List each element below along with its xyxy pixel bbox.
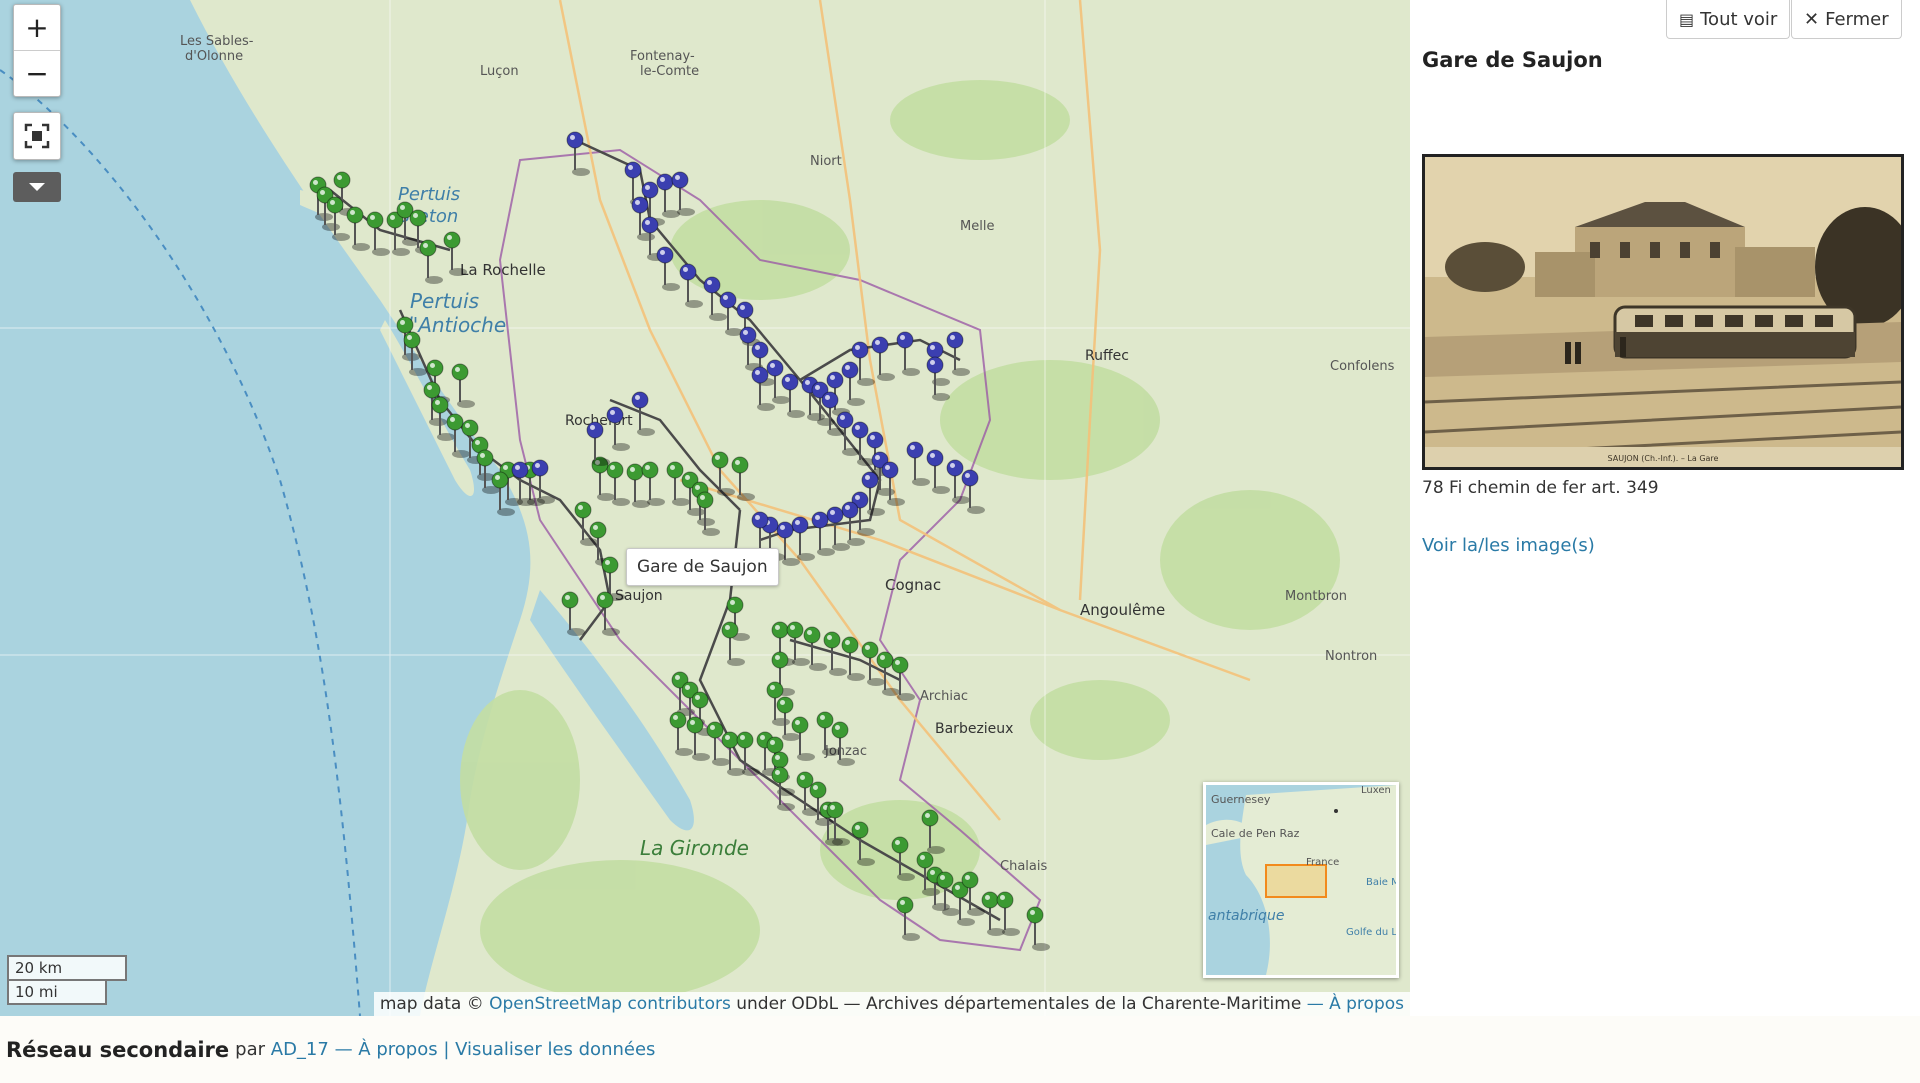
map-pin-icon[interactable]: [656, 246, 680, 291]
map-pin-icon[interactable]: [841, 636, 865, 681]
map-pin-icon[interactable]: [891, 836, 915, 881]
marker-popup[interactable]: Gare de Saujon: [626, 548, 779, 586]
map-pin-icon[interactable]: [679, 263, 703, 308]
author-link[interactable]: AD_17: [271, 1039, 329, 1060]
map-pin-icon[interactable]: [921, 809, 945, 854]
locate-button[interactable]: [13, 112, 61, 160]
map-title: Réseau secondaire: [6, 1037, 230, 1062]
map-pin-icon[interactable]: [451, 363, 475, 408]
map-pin-icon[interactable]: [386, 211, 410, 256]
map-pin-icon[interactable]: [851, 821, 875, 866]
osm-link[interactable]: OpenStreetMap contributors: [489, 994, 731, 1014]
map-pin-icon[interactable]: [896, 331, 920, 376]
minimap-label: Guernesey: [1211, 793, 1271, 806]
map-pin-icon[interactable]: [586, 421, 610, 466]
map-pin-icon[interactable]: [731, 456, 755, 501]
map-pin-icon[interactable]: [896, 896, 920, 941]
scale-km: 20 km: [7, 955, 127, 981]
footer-by: par: [235, 1039, 266, 1060]
close-label: Fermer: [1825, 8, 1889, 30]
map-pin-icon[interactable]: [531, 459, 555, 504]
map-pin-icon[interactable]: [926, 449, 950, 494]
panel-title: Gare de Saujon: [1422, 48, 1603, 72]
station-photo-image: SAUJON (Ch.-Inf.). – La Gare: [1425, 157, 1901, 467]
attribution-text: under ODbL — Archives départementales de…: [730, 994, 1307, 1014]
station-photo[interactable]: SAUJON (Ch.-Inf.). – La Gare: [1422, 154, 1904, 470]
photo-caption: 78 Fi chemin de fer art. 349: [1422, 478, 1659, 498]
locate-icon: [24, 123, 50, 149]
view-data-link[interactable]: Visualiser les données: [455, 1039, 655, 1060]
map-pin-icon[interactable]: [671, 171, 695, 216]
map-pin-icon[interactable]: [631, 391, 655, 436]
map-pin-icon[interactable]: [419, 239, 443, 284]
map-pin-icon[interactable]: [561, 591, 585, 636]
minimap-label: antabrique: [1208, 908, 1284, 924]
map-pin-icon[interactable]: [1026, 906, 1050, 951]
map-pin-icon[interactable]: [831, 721, 855, 766]
map-pin-icon[interactable]: [871, 336, 895, 381]
map-pin-icon[interactable]: [641, 461, 665, 506]
scale-mi: 10 mi: [7, 981, 107, 1005]
map-pin-icon[interactable]: [841, 501, 865, 546]
map-attribution: map data © OpenStreetMap contributors un…: [373, 992, 1410, 1016]
map-pin-icon[interactable]: [961, 469, 985, 514]
view-images-link[interactable]: Voir la/les image(s): [1422, 535, 1595, 556]
map-pin-icon[interactable]: [346, 206, 370, 251]
show-all-label: Tout voir: [1700, 8, 1778, 30]
map-pin-icon[interactable]: [906, 441, 930, 486]
minimap-label: Baie Mém: [1366, 876, 1396, 888]
map-view[interactable]: Les Sables-d'Olonne Luçon Fontenay-le-Co…: [0, 0, 1410, 1016]
side-panel: ▤ Tout voir ✕ Fermer Gare de Saujon SAUJ…: [1410, 0, 1920, 1016]
map-pin-icon[interactable]: [491, 471, 515, 516]
attribution-about-link[interactable]: — À propos: [1307, 994, 1404, 1014]
map-pin-icon[interactable]: [791, 516, 815, 561]
footer-about-link[interactable]: — À propos: [335, 1039, 438, 1060]
chevron-down-icon: [29, 183, 45, 191]
map-pin-icon[interactable]: [366, 211, 390, 256]
footer-bar: Réseau secondaire par AD_17 — À propos |…: [0, 1016, 1920, 1083]
zoom-in-button[interactable]: +: [14, 5, 60, 51]
minimap-viewport[interactable]: [1265, 864, 1327, 898]
minimap-label: France: [1306, 857, 1339, 868]
map-pin-icon[interactable]: [951, 881, 975, 926]
close-icon: ✕: [1804, 8, 1820, 30]
map-pin-icon[interactable]: [443, 231, 467, 276]
map-pin-icon[interactable]: [823, 631, 847, 676]
map-pin-icon[interactable]: [781, 373, 805, 418]
more-controls-button[interactable]: [13, 172, 61, 202]
zoom-control: + −: [13, 4, 61, 97]
minimap[interactable]: Guernesey Cale de Pen Raz France antabri…: [1203, 782, 1399, 978]
minimap-label: Luxen: [1361, 785, 1391, 796]
list-icon: ▤: [1679, 9, 1695, 29]
photo-inscription: SAUJON (Ch.-Inf.). – La Gare: [1608, 454, 1719, 463]
attribution-prefix: map data ©: [379, 994, 490, 1014]
minimap-label: Golfe du Lion: [1346, 927, 1396, 938]
map-pin-icon[interactable]: [946, 331, 970, 376]
zoom-out-button[interactable]: −: [14, 51, 60, 96]
markers-layer[interactable]: [0, 0, 1410, 1016]
close-button[interactable]: ✕ Fermer: [1791, 0, 1902, 39]
map-pin-icon[interactable]: [606, 406, 630, 451]
minimap-label: Cale de Pen Raz: [1211, 827, 1300, 840]
minimap-tiles: Guernesey Cale de Pen Raz France antabri…: [1206, 785, 1396, 975]
map-pin-icon[interactable]: [881, 461, 905, 506]
map-pin-icon[interactable]: [566, 131, 590, 176]
map-pin-icon[interactable]: [721, 621, 745, 666]
footer-separator: |: [443, 1039, 450, 1060]
map-pin-icon[interactable]: [711, 451, 735, 496]
show-all-button[interactable]: ▤ Tout voir: [1666, 0, 1791, 39]
